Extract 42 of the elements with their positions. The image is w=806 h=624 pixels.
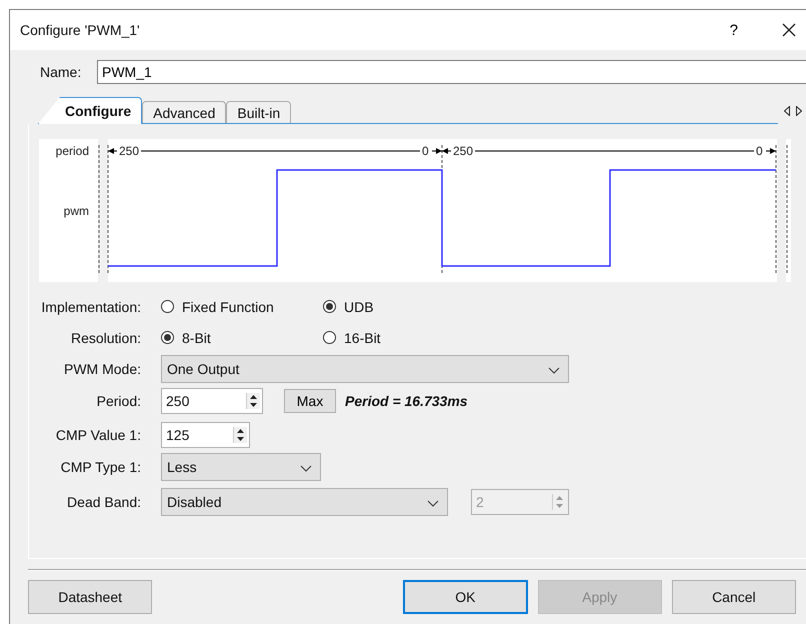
period-value: 250: [119, 144, 140, 158]
radio-option[interactable]: Fixed Function: [161, 298, 323, 314]
row-label: period: [56, 144, 89, 158]
field-label: Implementation:: [40, 298, 141, 314]
radio-option[interactable]: 8-Bit: [161, 330, 323, 346]
chevron-down-icon[interactable]: [427, 500, 439, 507]
period-value: 0: [756, 144, 763, 158]
field-label: CMP Type 1:: [60, 459, 141, 475]
tab[interactable]: Configure: [38, 97, 142, 124]
period-value: 250: [453, 144, 474, 158]
dialog-button[interactable]: Cancel: [672, 580, 796, 614]
tab[interactable]: Built-in: [226, 101, 292, 123]
name-label: Name:: [40, 64, 82, 80]
field-label: Period:: [96, 393, 141, 409]
radio-option[interactable]: UDB: [323, 298, 485, 314]
help-button[interactable]: ?: [730, 22, 738, 38]
field-label: Resolution:: [70, 330, 141, 346]
period-readout: Period = 16.733ms: [345, 393, 468, 409]
scroll-left-icon[interactable]: [784, 106, 790, 116]
spin-arrows-icon[interactable]: [249, 393, 258, 409]
field-label: CMP Value 1:: [54, 426, 141, 442]
window-title: Configure 'PWM_1': [20, 22, 141, 38]
max-button[interactable]: Max: [284, 389, 336, 413]
dialog-button[interactable]: OK: [403, 580, 528, 614]
dialog-button[interactable]: Datasheet: [28, 580, 152, 614]
dropdown[interactable]: Less: [161, 453, 321, 481]
chevron-down-icon[interactable]: [300, 465, 312, 472]
scroll-right-icon[interactable]: [796, 106, 802, 116]
dropdown[interactable]: Disabled: [161, 488, 448, 516]
dropdown[interactable]: One Output: [161, 354, 569, 382]
tab[interactable]: Advanced: [142, 101, 226, 123]
spin-arrows-icon[interactable]: [236, 426, 245, 442]
field-label: Dead Band:: [66, 494, 141, 510]
spin-box[interactable]: 250: [161, 388, 263, 414]
radio-option[interactable]: 16-Bit: [323, 330, 485, 346]
chevron-down-icon[interactable]: [548, 366, 560, 374]
name-field[interactable]: PWM_1: [97, 60, 806, 84]
period-value: 0: [422, 144, 429, 158]
close-icon[interactable]: [782, 23, 796, 37]
field-label: PWM Mode:: [62, 360, 141, 376]
spin-box[interactable]: 125: [161, 422, 250, 448]
row-label: pwm: [64, 204, 89, 218]
